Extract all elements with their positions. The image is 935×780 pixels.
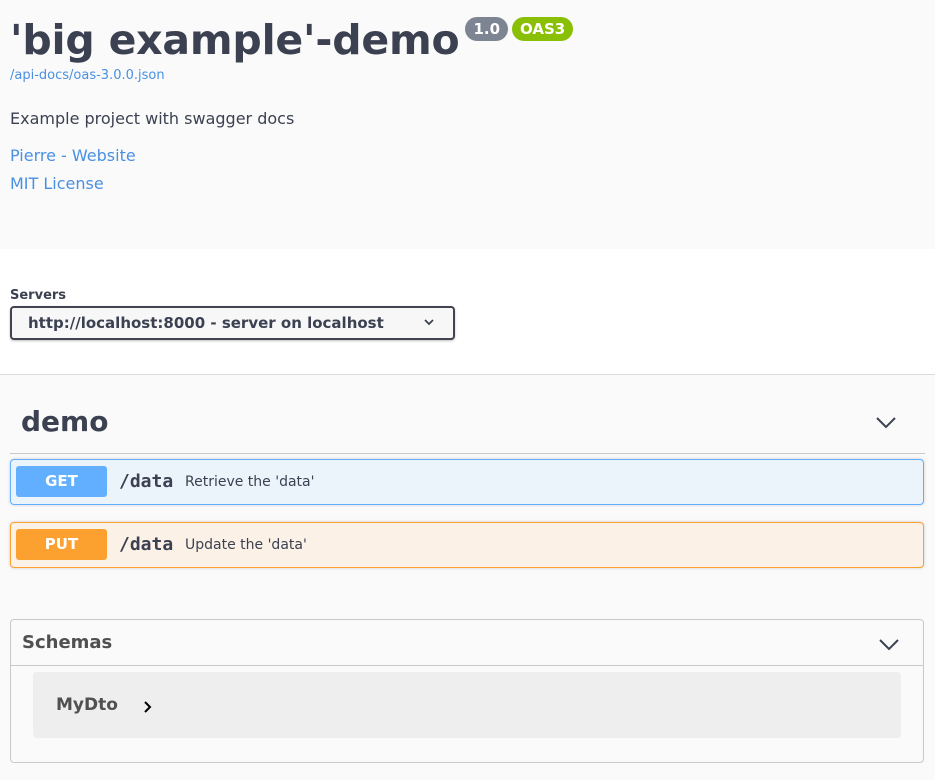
spec-url-link[interactable]: /api-docs/oas-3.0.0.json: [10, 68, 165, 83]
server-select-value: http://localhost:8000 - server on localh…: [28, 314, 384, 332]
license-link[interactable]: MIT License: [10, 174, 104, 193]
chevron-down-icon: [424, 319, 434, 326]
servers-section: Servers http://localhost:8000 - server o…: [0, 249, 935, 375]
chevron-right-icon[interactable]: [143, 700, 153, 714]
api-description: Example project with swagger docs: [10, 109, 295, 128]
version-badge: 1.0: [465, 17, 509, 41]
page-title: 'big example'-demo: [10, 16, 460, 64]
oas-badge: OAS3: [512, 17, 574, 41]
server-select[interactable]: http://localhost:8000 - server on localh…: [10, 306, 455, 340]
operations-section: demo GET /data Retrieve the 'data' PUT /…: [0, 375, 935, 780]
chevron-down-icon[interactable]: [878, 638, 900, 652]
model-name: MyDto: [56, 695, 118, 715]
opblock-put-data[interactable]: PUT /data Update the 'data': [10, 522, 924, 568]
method-badge-get: GET: [16, 466, 107, 497]
schemas-title: Schemas: [22, 632, 113, 653]
method-badge-put: PUT: [16, 529, 107, 560]
operation-summary: Update the 'data': [185, 537, 307, 553]
operation-path: /data: [119, 471, 174, 492]
tag-name: demo: [21, 405, 109, 438]
chevron-down-icon[interactable]: [875, 415, 897, 431]
title-row: 'big example'-demo 1.0 OAS3: [10, 14, 574, 66]
operation-path: /data: [119, 534, 174, 555]
info-section: 'big example'-demo 1.0 OAS3 /api-docs/oa…: [0, 0, 935, 249]
contact-website-link[interactable]: Pierre - Website: [10, 146, 136, 165]
operation-summary: Retrieve the 'data': [185, 474, 315, 490]
opblock-get-data[interactable]: GET /data Retrieve the 'data': [10, 459, 924, 505]
servers-label: Servers: [10, 288, 67, 303]
schemas-section: Schemas MyDto: [10, 619, 924, 763]
tag-header-demo[interactable]: demo: [10, 375, 925, 454]
model-mydto[interactable]: MyDto: [33, 672, 901, 738]
schemas-header[interactable]: Schemas: [11, 620, 923, 666]
